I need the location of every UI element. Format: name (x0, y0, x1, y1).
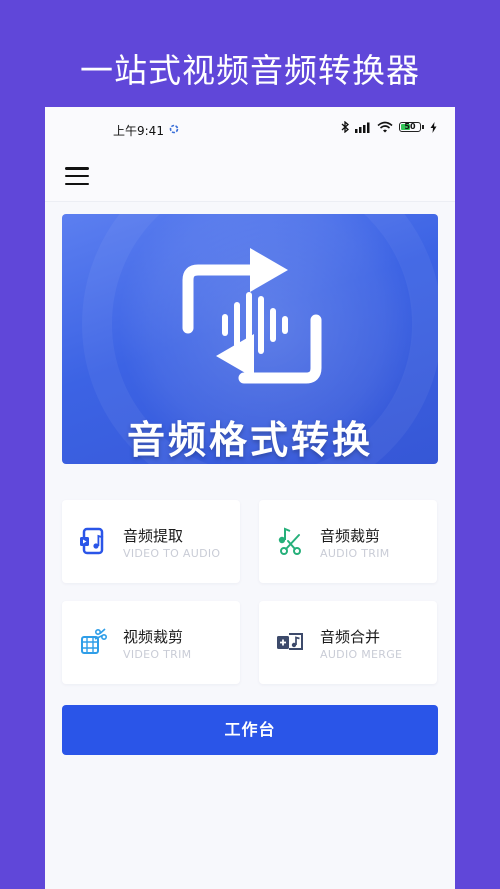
charging-icon (430, 121, 437, 133)
phone-screen: 上午9:41 50 音频格式转换 音频提取 VIDEO TO AUDIO 音频裁… (45, 107, 455, 889)
battery-level: 50 (404, 122, 416, 131)
promo-title: 一站式视频音频转换器 (80, 51, 420, 90)
card-title: 视频裁剪 (123, 628, 184, 646)
card-video-to-audio[interactable]: 音频提取 VIDEO TO AUDIO (62, 500, 240, 583)
audio-merge-icon (277, 633, 303, 650)
video-trim-icon (81, 628, 107, 654)
status-icons: 50 (341, 121, 437, 133)
card-title: 音频合并 (320, 628, 381, 646)
wifi-icon (377, 121, 393, 133)
card-subtitle: VIDEO TO AUDIO (123, 547, 221, 560)
video-to-audio-icon (80, 527, 104, 555)
card-audio-trim[interactable]: 音频裁剪 AUDIO TRIM (259, 500, 437, 583)
banner-title: 音频格式转换 (126, 418, 373, 462)
signal-icon (355, 122, 370, 133)
card-title: 音频提取 (123, 527, 184, 545)
sync-icon (169, 124, 179, 134)
banner[interactable]: 音频格式转换 (62, 214, 438, 464)
card-subtitle: VIDEO TRIM (123, 648, 192, 661)
bluetooth-icon (341, 121, 349, 133)
card-audio-merge[interactable]: 音频合并 AUDIO MERGE (259, 601, 437, 684)
status-bar: 上午9:41 50 (45, 107, 455, 151)
battery-icon: 50 (399, 122, 424, 132)
card-video-trim[interactable]: 视频裁剪 VIDEO TRIM (62, 601, 240, 684)
app-bar (45, 151, 455, 202)
audio-trim-icon (278, 527, 301, 555)
workbench-button[interactable]: 工作台 (62, 705, 438, 755)
convert-audio-icon (182, 248, 322, 384)
status-time: 上午9:41 (113, 124, 164, 138)
card-subtitle: AUDIO TRIM (320, 547, 390, 560)
card-subtitle: AUDIO MERGE (320, 648, 403, 661)
card-title: 音频裁剪 (320, 527, 381, 545)
menu-icon[interactable] (65, 167, 89, 185)
